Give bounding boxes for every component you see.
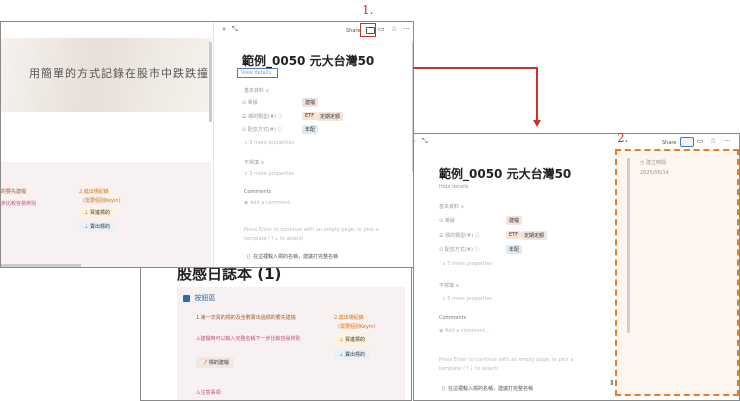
window-after: » ⤡ Share ▭ ☆ ··· 範例_0050 元大台灣50 Hide de…: [413, 133, 740, 401]
hint: Press Enter to continue with an empty pa…: [244, 227, 379, 233]
section-basic[interactable]: 基本資料 ∨: [244, 87, 269, 94]
more-properties[interactable]: ∨ 5 more properties: [442, 296, 492, 302]
background-page: 股感日誌本 (1) 按鈕區 1.第一次買的標的及全數賣出過標的要先建檔 ⚠建檔時…: [140, 268, 412, 401]
hide-details-button[interactable]: Hide details: [439, 184, 469, 190]
side-peek-icon[interactable]: [680, 137, 694, 147]
buy-icon: ⊥: [339, 337, 344, 343]
comment-icon[interactable]: ▭: [378, 25, 385, 33]
star-icon[interactable]: ☆: [710, 137, 716, 145]
add-comment-input[interactable]: ◉ Add a comment...: [439, 328, 489, 334]
step1-highlight-box: [360, 23, 376, 37]
tag: ETF: [302, 112, 318, 120]
create-ticker-button[interactable]: 📝 標的建檔: [196, 357, 234, 368]
page-title: 範例_0050 元大台灣50: [242, 54, 375, 68]
page-title: 範例_0050 元大台灣50: [439, 167, 572, 181]
prop-row: ☰ 標的類型(#) ⓘ: [439, 233, 480, 239]
more-properties[interactable]: ∨ 3 more properties: [244, 171, 294, 177]
memo-icon: 📝: [201, 360, 208, 366]
side-scrollbar[interactable]: [627, 158, 630, 333]
sell-button[interactable]: ⊥ 賣出標的: [79, 221, 115, 232]
tag: 年配: [506, 245, 523, 254]
sell-icon: ⊥: [339, 352, 344, 358]
expand-icon[interactable]: »: [414, 137, 415, 145]
step2-note: (需要個別Keyin): [83, 198, 121, 204]
step1-label: 1.: [362, 3, 374, 17]
prop-row: ⊙ 配息方式(#) ⓘ: [439, 247, 480, 253]
buy-icon: ⊥: [84, 210, 89, 216]
comment-icon[interactable]: ▭: [697, 137, 704, 145]
warning-text: 步比較容易辨別: [1, 201, 37, 207]
step2-note: (需要個別Keyin): [338, 324, 376, 330]
peek-panel: » ⤡ Share ▭ ☆ ··· 範例_0050 元大台灣50 View de…: [213, 22, 413, 267]
prop-row: ⊙ 單據: [242, 100, 258, 106]
page-icon: ▯: [442, 386, 445, 392]
section-basic[interactable]: 基本資料 ∨: [439, 203, 464, 210]
buy-button[interactable]: ⊥ 買進標的: [79, 207, 115, 218]
horizontal-scrollbar[interactable]: [1, 264, 81, 267]
buy-button[interactable]: ⊥ 買進標的: [334, 334, 370, 345]
more-properties[interactable]: ∨ 5 more properties: [442, 261, 492, 267]
prop-row: ☰ 標的類型(#) ⓘ: [242, 114, 283, 120]
more-icon[interactable]: ···: [403, 25, 410, 33]
star-icon[interactable]: ☆: [391, 25, 397, 33]
tag: 建檔: [506, 216, 523, 225]
more-properties[interactable]: ∨ 3 more properties: [244, 140, 294, 146]
arrow-line: [413, 67, 537, 69]
callout-heading: 按鈕區: [183, 293, 215, 303]
window-before: 用簡單的方式記錄在股市中跌跌撞 的要先建檔 步比較容易辨別 2.進出場紀錄 (需…: [0, 21, 414, 268]
step2-title: 2.進出場紀錄: [79, 189, 109, 195]
arrow-line: [536, 67, 538, 121]
vertical-scrollbar[interactable]: [209, 42, 212, 122]
step2-title: 2.進出場紀錄: [334, 315, 364, 321]
hint: template (↑↓ to select): [439, 366, 499, 372]
notice-text: ⚠注意事項：: [196, 390, 226, 396]
sell-icon: ⊥: [84, 224, 89, 230]
page-heading: 股感日誌本 (1): [177, 268, 282, 283]
hint: Press Enter to continue with an empty pa…: [439, 357, 574, 363]
avatar: ◉: [244, 200, 249, 206]
section-rare[interactable]: 不常填 ∨: [439, 282, 459, 289]
fullscreen-icon[interactable]: ⤡: [422, 137, 428, 146]
clock-icon: ◷: [640, 160, 645, 166]
tag: 定期定額: [317, 112, 344, 121]
prop-row: ⊙ 單據: [439, 218, 455, 224]
tag: 建檔: [302, 98, 319, 107]
arrowhead-icon: [533, 120, 541, 127]
section-rare[interactable]: 不常填 ∨: [244, 159, 264, 166]
avatar: ◉: [439, 328, 444, 334]
template-item[interactable]: ▯ 在這裡輸入標的名稱，建議打完整名稱: [442, 385, 533, 392]
tag: ETF: [506, 231, 522, 239]
fullscreen-icon[interactable]: ⤡: [232, 25, 238, 34]
share-button[interactable]: Share: [662, 140, 676, 146]
page-icon: ▯: [247, 254, 250, 260]
step1-text: 1.第一次買的標的及全數賣出過標的要先建檔: [196, 315, 296, 321]
button-icon: [183, 294, 190, 302]
more-icon[interactable]: ···: [724, 137, 731, 145]
warning-text: ⚠建檔時可以輸入完整名稱下一步比較容易辨別: [196, 336, 301, 342]
tag: 定期定額: [521, 231, 548, 240]
sell-button[interactable]: ⊥ 賣出標的: [334, 349, 370, 360]
resize-cursor-icon: ⇕: [609, 379, 615, 387]
side-panel: ◷ 建立時間 2025/06/14: [615, 149, 739, 396]
created-time-value: 2025/06/14: [640, 170, 669, 176]
created-time-label: ◷ 建立時間: [640, 160, 666, 166]
comments-heading: Comments: [244, 189, 272, 195]
template-item[interactable]: ▯ 在這裡輸入標的名稱，建議打完整名稱: [247, 253, 338, 260]
view-details-button[interactable]: View details: [237, 68, 278, 78]
step1-text: 的要先建檔: [1, 189, 27, 195]
tag: 年配: [302, 125, 319, 134]
step2-label: 2.: [617, 131, 629, 145]
callout: [177, 287, 405, 400]
expand-icon[interactable]: »: [222, 25, 226, 33]
share-button[interactable]: Share: [346, 28, 360, 34]
prop-row: ⊙ 配息方式(#) ⓘ: [242, 127, 283, 133]
comments-heading: Comments: [439, 315, 467, 321]
add-comment-input[interactable]: ◉ Add a comment...: [244, 200, 294, 206]
hint: template (↑↓ to select): [244, 236, 304, 242]
banner-text: 用簡單的方式記錄在股市中跌跌撞: [29, 67, 209, 80]
